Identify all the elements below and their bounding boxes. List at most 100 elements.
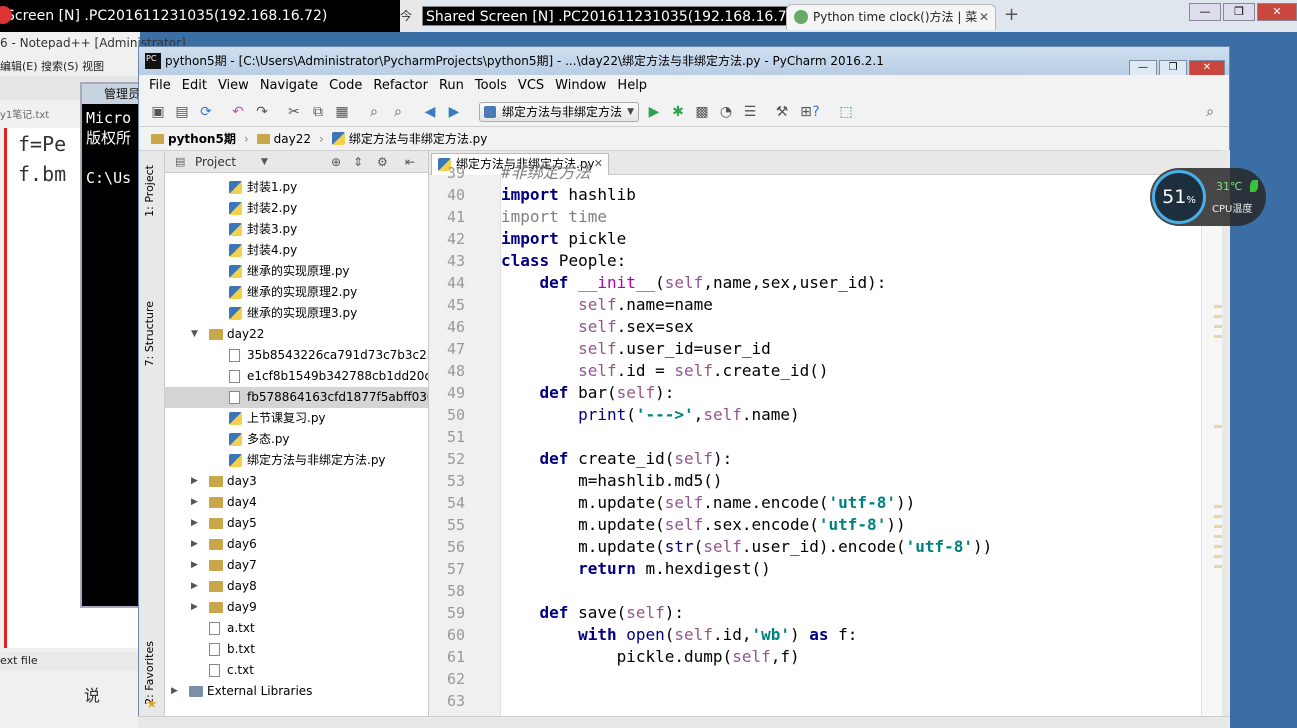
gear-icon[interactable]: ⚙ <box>377 151 388 173</box>
tree-item[interactable]: ▶ day3 <box>165 471 428 492</box>
vcs-icon[interactable]: ⬚ <box>837 103 855 121</box>
tree-item[interactable]: 上节课复习.py <box>165 408 428 429</box>
cpu-monitor-widget[interactable]: 51% 31℃ CPU温度 <box>1150 168 1266 226</box>
remote-screen-title[interactable]: Screen [N] .PC201611231035(192.168.16.72… <box>0 0 400 32</box>
menu-run[interactable]: Run <box>439 78 464 93</box>
menu-tools[interactable]: Tools <box>475 78 507 93</box>
tree-item[interactable]: ▶ External Libraries <box>165 681 428 702</box>
copy-icon[interactable]: ⧉ <box>309 103 327 121</box>
project-tool-button[interactable]: 1: Project <box>143 165 156 217</box>
tree-item[interactable]: 35b8543226ca791d73c7b3c252 <box>165 345 428 366</box>
tree-item[interactable]: e1cf8b1549b342788cb1dd20c3 <box>165 366 428 387</box>
menu-file[interactable]: File <box>149 78 171 93</box>
collapse-all-icon[interactable]: ⇕ <box>353 151 363 173</box>
tree-item[interactable]: ▶ day9 <box>165 597 428 618</box>
chevron-right-icon[interactable]: ▶ <box>191 492 198 513</box>
tree-item[interactable]: 多态.py <box>165 429 428 450</box>
tree-item[interactable]: c.txt <box>165 660 428 681</box>
star-icon[interactable]: ★ <box>146 697 158 712</box>
coverage-icon[interactable]: ▩ <box>693 103 711 121</box>
redo-icon[interactable]: ↷ <box>253 103 271 121</box>
tree-item[interactable]: b.txt <box>165 639 428 660</box>
chevron-right-icon[interactable]: ▶ <box>171 681 178 702</box>
browser-tab[interactable]: Python time clock()方法 | 菜 ✕ <box>786 4 996 30</box>
tree-item[interactable]: ▶ day7 <box>165 555 428 576</box>
cut-icon[interactable]: ✂ <box>285 103 303 121</box>
notepad-tab[interactable]: y1笔记.txt <box>0 106 49 121</box>
search-everywhere-icon[interactable]: ⌕ <box>1201 103 1219 121</box>
menu-navigate[interactable]: Navigate <box>260 78 318 93</box>
menu-view[interactable]: View <box>218 78 249 93</box>
breadcrumb-item[interactable]: 绑定方法与非绑定方法.py <box>331 127 487 151</box>
chevron-right-icon[interactable]: ▶ <box>191 555 198 576</box>
minimize-button[interactable]: — <box>1189 3 1221 21</box>
new-tab-button[interactable]: + <box>1004 4 1019 25</box>
tree-item[interactable]: a.txt <box>165 618 428 639</box>
favorites-tool-button[interactable]: 2: Favorites <box>143 641 156 705</box>
forward-icon[interactable]: ▶ <box>445 103 463 121</box>
scroll-from-source-icon[interactable]: ⊕ <box>331 151 341 173</box>
tree-item[interactable]: 绑定方法与非绑定方法.py <box>165 450 428 471</box>
code-editor[interactable]: 39 #非绑定方法 40 import hashlib 41 import time 42 i… <box>429 163 1199 727</box>
tree-item[interactable]: 封装4.py <box>165 240 428 261</box>
tree-item[interactable]: 封装2.py <box>165 198 428 219</box>
chevron-right-icon[interactable]: ▶ <box>191 471 198 492</box>
code-text: m.update(self.name.encode('utf-8')) <box>501 493 916 512</box>
paste-icon[interactable]: ▦ <box>333 103 351 121</box>
chevron-down-icon[interactable]: ▼ <box>261 151 268 173</box>
tree-item[interactable]: 继承的实现原理.py <box>165 261 428 282</box>
sync-icon[interactable]: ⟳ <box>197 103 215 121</box>
tree-item[interactable]: 封装1.py <box>165 177 428 198</box>
chevron-right-icon[interactable]: ▶ <box>191 534 198 555</box>
replace-icon[interactable]: ⌕ <box>389 103 407 121</box>
chevron-down-icon[interactable]: ▼ <box>191 324 198 345</box>
tree-item[interactable]: ▶ day8 <box>165 576 428 597</box>
settings-wrench-icon[interactable]: ⚒ <box>773 103 791 121</box>
notepad-menu[interactable]: 编辑(E) 搜索(S) 视图 <box>0 58 104 74</box>
menu-window[interactable]: Window <box>555 78 606 93</box>
tree-item[interactable]: 封装3.py <box>165 219 428 240</box>
undo-icon[interactable]: ↶ <box>229 103 247 121</box>
hide-panel-icon[interactable]: ⇤ <box>405 151 415 173</box>
debug-icon[interactable]: ✱ <box>669 103 687 121</box>
chevron-right-icon[interactable]: ▶ <box>191 597 198 618</box>
chevron-right-icon[interactable]: ▶ <box>191 576 198 597</box>
save-icon[interactable]: ▤ <box>173 103 191 121</box>
tree-item[interactable]: 继承的实现原理2.py <box>165 282 428 303</box>
help-icon[interactable]: ? <box>807 103 825 121</box>
python-file-icon <box>229 244 242 257</box>
project-tool-window: ▤ Project ▼ ⊕ ⇕ ⚙ ⇤ 封装1.py 封装2.py 封装3.py 封装… <box>165 151 429 727</box>
tree-item[interactable]: fb578864163cfd1877f5abff0301 <box>165 387 428 408</box>
tree-item[interactable]: ▶ day6 <box>165 534 428 555</box>
menu-help[interactable]: Help <box>617 78 647 93</box>
breadcrumb-item[interactable]: day22 <box>256 127 311 151</box>
open-folder-icon[interactable]: ▣ <box>149 103 167 121</box>
structure-tool-button[interactable]: 7: Structure <box>143 301 156 366</box>
tree-item[interactable]: ▶ day5 <box>165 513 428 534</box>
minimize-button[interactable]: — <box>1129 60 1157 76</box>
tree-item[interactable]: 继承的实现原理3.py <box>165 303 428 324</box>
menu-refactor[interactable]: Refactor <box>373 78 428 93</box>
breadcrumb-item[interactable]: python5期 <box>151 127 236 151</box>
profile-icon[interactable]: ◔ <box>717 103 735 121</box>
run-configuration-select[interactable]: 绑定方法与非绑定方法 ▼ <box>479 102 639 122</box>
tree-item[interactable]: ▶ day4 <box>165 492 428 513</box>
project-view-select[interactable]: Project <box>195 155 236 169</box>
shared-screen-title[interactable]: Shared Screen [N] .PC201611231035(192.16… <box>422 6 806 26</box>
restore-button[interactable]: ❐ <box>1223 3 1255 21</box>
run-icon[interactable]: ▶ <box>645 103 663 121</box>
cmd-window[interactable]: 管理员 Micro 版权所 C:\Us <box>80 82 142 608</box>
concurrency-icon[interactable]: ☰ <box>741 103 759 121</box>
close-button[interactable]: ✕ <box>1189 60 1225 76</box>
find-icon[interactable]: ⌕ <box>365 103 383 121</box>
menu-edit[interactable]: Edit <box>182 78 207 93</box>
close-tab-icon[interactable]: ✕ <box>979 5 989 29</box>
back-icon[interactable]: ◀ <box>421 103 439 121</box>
menu-vcs[interactable]: VCS <box>518 78 544 93</box>
menu-code[interactable]: Code <box>329 78 362 93</box>
chevron-right-icon[interactable]: ▶ <box>191 513 198 534</box>
restore-button[interactable]: ❐ <box>1159 60 1187 76</box>
close-button[interactable]: ✕ <box>1257 3 1297 21</box>
tree-item[interactable]: ▼ day22 <box>165 324 428 345</box>
remote-left-title: Screen [N] .PC201611231035(192.168.16.72… <box>6 8 328 24</box>
